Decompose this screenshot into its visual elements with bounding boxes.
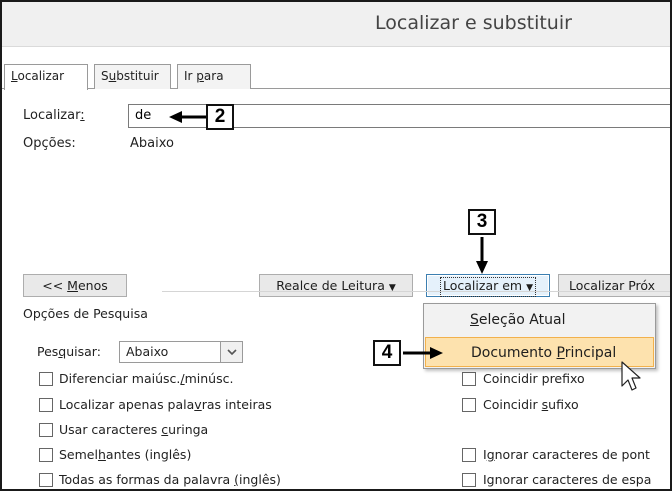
wildcards-label: Usar caracteres curinga [59,422,209,437]
search-options-group-label: Opções de Pesquisa [23,306,148,321]
ignore-punctuation-checkbox[interactable] [462,448,476,462]
whole-words-checkbox[interactable] [39,398,53,412]
find-in-menu: Seleção Atual Documento Principal [423,303,656,369]
match-case-checkbox[interactable] [39,372,53,386]
search-direction-select[interactable]: Abaixo [119,341,243,363]
ignore-whitespace-checkbox[interactable] [462,473,476,487]
window-title: Localizar e substituir [375,12,572,34]
find-in-button[interactable]: Localizar em ▼ [426,274,550,297]
tab-localizar[interactable]: Localizar [4,64,88,90]
match-suffix-checkbox[interactable] [462,398,476,412]
find-next-button[interactable]: Localizar Próx [558,274,670,297]
options-value: Abaixo [130,136,174,151]
word-forms-checkbox[interactable] [39,473,53,487]
sounds-like-label: Semelhantes (inglês) [59,447,192,462]
find-label: Localizar: [23,108,85,123]
match-prefix-checkbox[interactable] [462,372,476,386]
chevron-down-icon[interactable] [220,342,242,362]
wildcards-checkbox[interactable] [39,423,53,437]
match-suffix-label: Coincidir sufixo [483,397,579,412]
less-button[interactable]: << Menos [23,274,127,297]
tab-substituir[interactable]: Substituir [94,64,171,89]
find-replace-dialog: Localizar e substituir Localizar Substit… [0,0,672,491]
group-divider [162,291,670,292]
match-prefix-label: Coincidir prefixo [483,371,585,386]
search-direction-label: Pesquisar: [37,344,101,359]
callout-3: 3 [468,209,496,235]
sounds-like-checkbox[interactable] [39,448,53,462]
ignore-punctuation-label: Ignorar caracteres de pont [483,447,650,462]
ignore-whitespace-label: Ignorar caracteres de espa [483,472,652,487]
menu-item-main-document[interactable]: Documento Principal [425,337,654,367]
whole-words-label: Localizar apenas palavras inteiras [59,397,272,412]
callout-2: 2 [206,104,234,130]
options-label: Opções: [23,136,76,151]
menu-item-current-selection[interactable]: Seleção Atual [425,305,654,335]
match-case-label: Diferenciar maiúsc./minúsc. [59,371,234,386]
tab-ir-para[interactable]: Ir para [177,64,251,89]
arrow-3 [476,237,488,274]
title-bar: Localizar e substituir [2,2,670,47]
callout-4: 4 [373,340,401,366]
reading-highlight-button[interactable]: Realce de Leitura ▼ [259,274,413,297]
word-forms-label: Todas as formas da palavra (inglês) [59,472,281,487]
tab-strip: Localizar Substituir Ir para [2,64,670,90]
